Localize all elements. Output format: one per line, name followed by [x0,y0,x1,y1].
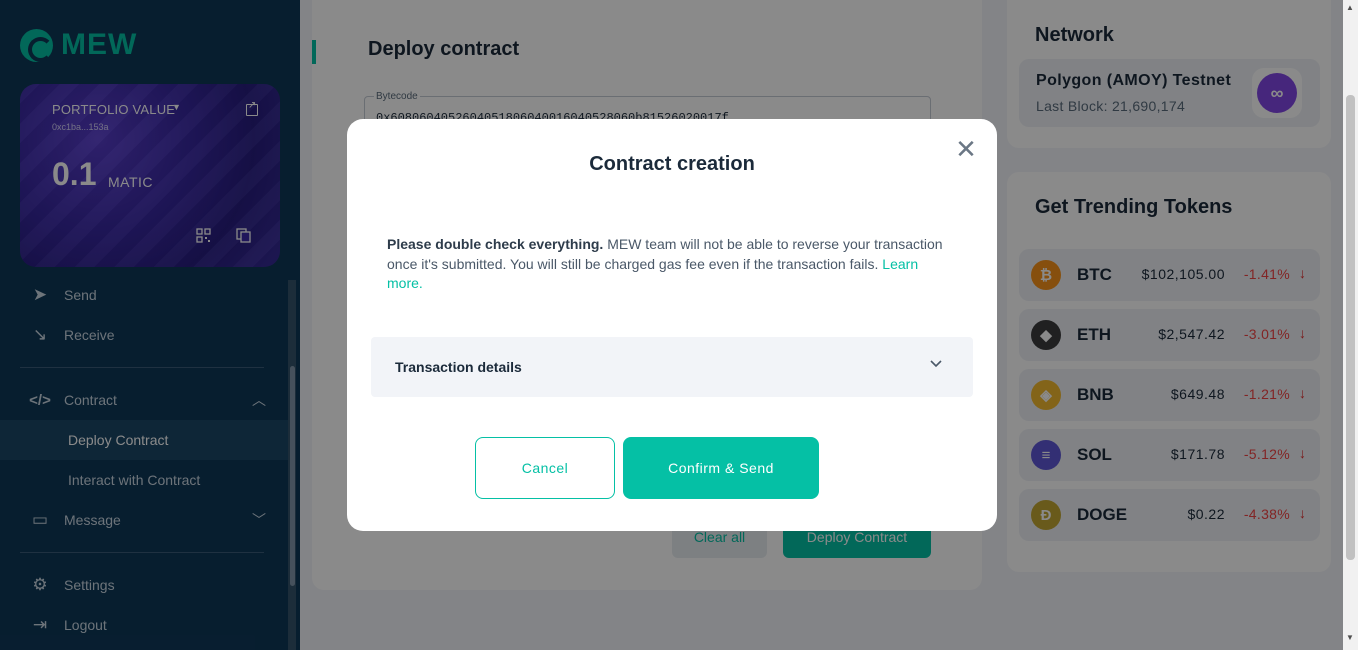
page-scrollbar-thumb[interactable] [1346,95,1355,560]
scroll-down-icon[interactable]: ▼ [1346,633,1354,642]
modal-warning: Please double check everything. MEW team… [387,235,947,294]
transaction-details-accordion[interactable]: Transaction details [371,337,973,397]
modal-title: Contract creation [589,153,755,175]
contract-creation-modal: Contract creation ✕ Please double check … [347,119,997,531]
scroll-up-icon[interactable]: ▲ [1346,3,1354,12]
chevron-down-icon [930,360,942,368]
close-icon[interactable]: ✕ [955,136,977,162]
cancel-button[interactable]: Cancel [475,437,615,499]
confirm-send-button[interactable]: Confirm & Send [623,437,819,499]
warning-bold: Please double check everything. [387,236,604,252]
transaction-details-label: Transaction details [395,359,522,375]
